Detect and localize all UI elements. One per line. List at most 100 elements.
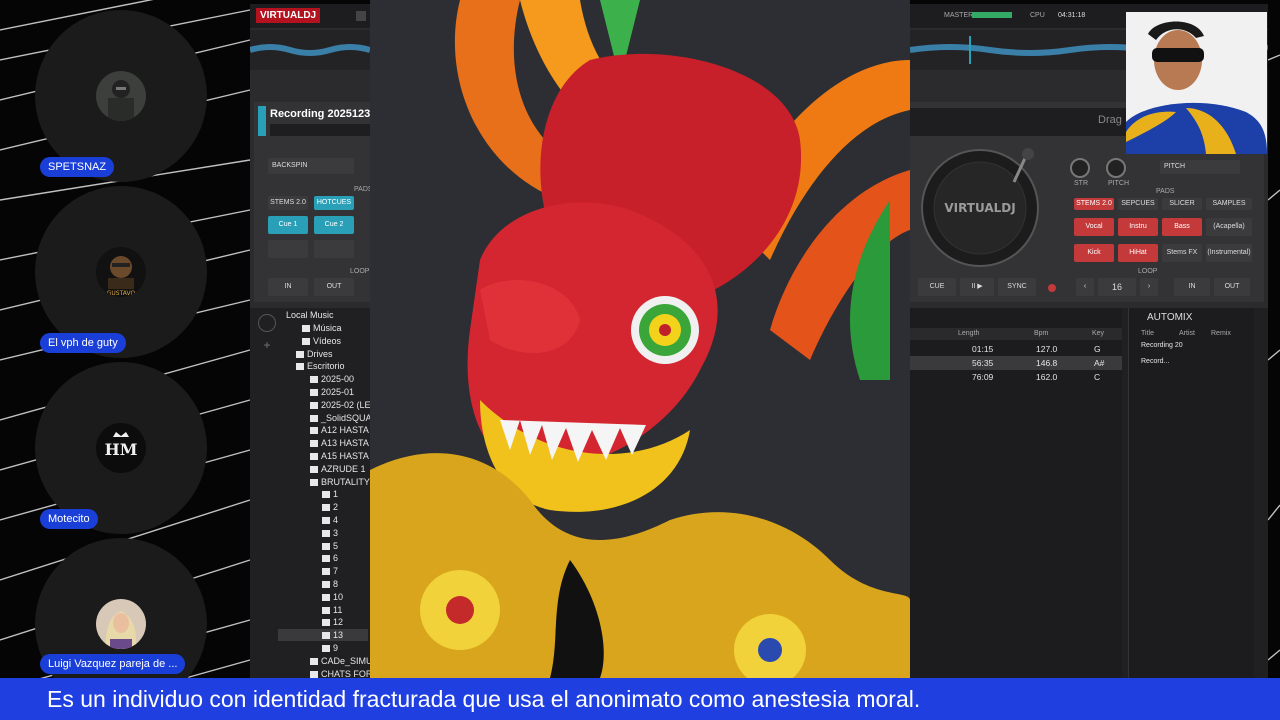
folder-item[interactable]: _SolidSQUAD — [310, 413, 378, 423]
loop-in-button[interactable]: IN — [1174, 278, 1210, 296]
record-indicator — [1048, 284, 1056, 292]
cue-4-button[interactable] — [314, 240, 354, 258]
participant-name: Luigi Vazquez pareja de ... — [40, 654, 186, 674]
folder-icon — [310, 465, 318, 473]
participant-name: El vph de guty — [40, 333, 126, 353]
pitch-select[interactable]: PITCH — [1160, 160, 1240, 174]
stem-pad-instrumental[interactable]: (Instrumental) — [1206, 244, 1252, 262]
folder-item[interactable]: 7 — [322, 566, 338, 576]
automix-column-artist[interactable]: Artist — [1179, 330, 1195, 337]
cue-2-button[interactable]: Cue 2 — [314, 216, 354, 234]
loop-in-button[interactable]: IN — [268, 278, 308, 296]
track-key[interactable]: A# — [1094, 358, 1104, 368]
stem-pad-instru[interactable]: Instru — [1118, 218, 1158, 236]
pitch-knob[interactable] — [1106, 158, 1126, 178]
folder-root[interactable]: Local Music — [286, 310, 334, 320]
svg-text:HM: HM — [105, 440, 138, 459]
turntable[interactable]: VIRTUALDJ — [918, 142, 1048, 272]
folder-item[interactable]: CHATS FOR — [310, 669, 372, 678]
window-icon[interactable] — [356, 11, 366, 21]
cue-button[interactable]: CUE — [918, 278, 956, 296]
folder-item[interactable]: Música — [302, 323, 342, 333]
folder-item[interactable]: 11 — [322, 605, 342, 615]
track-bpm[interactable]: 146.8 — [1036, 358, 1057, 368]
column-length[interactable]: Length — [958, 330, 979, 337]
woman-photo-avatar — [96, 599, 146, 649]
folder-icon — [296, 350, 304, 358]
folder-item[interactable]: 2025-02 (LEN — [310, 400, 377, 410]
stem-pad-acapella[interactable]: (Acapella) — [1206, 218, 1252, 236]
pad-mode-sepcues[interactable]: SEPCUES — [1118, 198, 1158, 210]
automix-row[interactable]: Record... — [1141, 358, 1169, 365]
folder-item[interactable]: 13 — [322, 630, 343, 640]
pad-mode-slicer[interactable]: SLICER — [1162, 198, 1202, 210]
automix-column-remix[interactable]: Remix — [1211, 330, 1231, 337]
loop-increase-button[interactable]: › — [1140, 278, 1158, 296]
vdj-logo: VIRTUALDJ — [256, 8, 321, 23]
track-bpm[interactable]: 162.0 — [1036, 372, 1057, 382]
folder-item[interactable]: Escritorio — [296, 361, 345, 371]
cue-1-button[interactable]: Cue 1 — [268, 216, 308, 234]
folder-item[interactable]: 10 — [322, 592, 343, 602]
folder-icon — [322, 491, 330, 499]
participant-tile[interactable]: GUSTAVO El vph de guty — [35, 186, 207, 358]
stem-pad-kick[interactable]: Kick — [1074, 244, 1114, 262]
track-key[interactable]: C — [1094, 372, 1100, 382]
pad-mode-hotcues[interactable]: HOTCUES — [314, 196, 354, 210]
track-length[interactable]: 56:35 — [972, 358, 993, 368]
participant-tile[interactable]: HM Motecito — [35, 362, 207, 534]
folder-item[interactable]: 2025-01 — [310, 387, 354, 397]
mini-waveform — [270, 124, 370, 136]
track-length[interactable]: 76:09 — [972, 372, 993, 382]
stem-pad-bass[interactable]: Bass — [1162, 218, 1202, 236]
folder-item[interactable]: 2 — [322, 502, 338, 512]
folder-item[interactable]: A15 HASTA 2 — [310, 451, 376, 461]
automix-column-title[interactable]: Title — [1141, 330, 1154, 337]
diablada-mask-image — [370, 0, 910, 678]
track-key[interactable]: G — [1094, 344, 1101, 354]
folder-item[interactable]: 9 — [322, 643, 338, 653]
participant-tile[interactable]: SPETSNAZ — [35, 10, 207, 182]
folder-item[interactable]: 12 — [322, 617, 343, 627]
column-bpm[interactable]: Bpm — [1034, 330, 1048, 337]
str-knob[interactable] — [1070, 158, 1090, 178]
folder-item[interactable]: AZRUDE 1 — [310, 464, 366, 474]
stem-pad-vocal[interactable]: Vocal — [1074, 218, 1114, 236]
stem-pad-hihat[interactable]: HiHat — [1118, 244, 1158, 262]
stem-pad-stemsfx[interactable]: Stems FX — [1162, 244, 1202, 262]
loop-out-button[interactable]: OUT — [1214, 278, 1250, 296]
loop-decrease-button[interactable]: ‹ — [1076, 278, 1094, 296]
cue-3-button[interactable] — [268, 240, 308, 258]
folder-item[interactable]: 6 — [322, 553, 338, 563]
loop-out-button[interactable]: OUT — [314, 278, 354, 296]
sync-button[interactable]: SYNC — [998, 278, 1036, 296]
add-icon[interactable]: + — [258, 338, 276, 352]
folder-item[interactable]: 4 — [322, 515, 338, 525]
folder-item[interactable]: 2025-00 — [310, 374, 354, 384]
play-pause-button[interactable]: II ▶ — [960, 278, 994, 296]
effect-select[interactable]: BACKSPIN — [268, 158, 354, 174]
folder-item[interactable]: 3 — [322, 528, 338, 538]
folder-item[interactable]: A13 HASTA 2 — [310, 438, 376, 448]
folder-label: A12 HASTA 2 — [321, 425, 376, 436]
folder-item[interactable]: BRUTALITY — [310, 477, 370, 487]
folder-item[interactable]: 5 — [322, 541, 338, 551]
folder-icon — [322, 593, 330, 601]
folder-item[interactable]: Vídeos — [302, 336, 341, 346]
folder-item[interactable]: CADe_SIMU — [310, 656, 373, 666]
folder-item[interactable]: 8 — [322, 579, 338, 589]
pad-mode-stems[interactable]: STEMS 2.0 — [268, 196, 308, 210]
column-key[interactable]: Key — [1092, 330, 1104, 337]
search-icon[interactable] — [258, 314, 276, 332]
folder-item[interactable]: A12 HASTA 2 — [310, 425, 376, 435]
pad-mode-stems[interactable]: STEMS 2.0 — [1074, 198, 1114, 210]
track-bpm[interactable]: 127.0 — [1036, 344, 1057, 354]
caption-bar: Es un individuo con identidad fracturada… — [0, 678, 1280, 720]
folder-item[interactable]: 1 — [322, 489, 338, 499]
pad-mode-samples[interactable]: SAMPLES — [1206, 198, 1252, 210]
automix-row[interactable]: Recording 20 — [1141, 342, 1183, 349]
folder-icon — [322, 632, 330, 640]
folder-icon — [310, 657, 318, 665]
track-length[interactable]: 01:15 — [972, 344, 993, 354]
folder-item[interactable]: Drives — [296, 349, 333, 359]
